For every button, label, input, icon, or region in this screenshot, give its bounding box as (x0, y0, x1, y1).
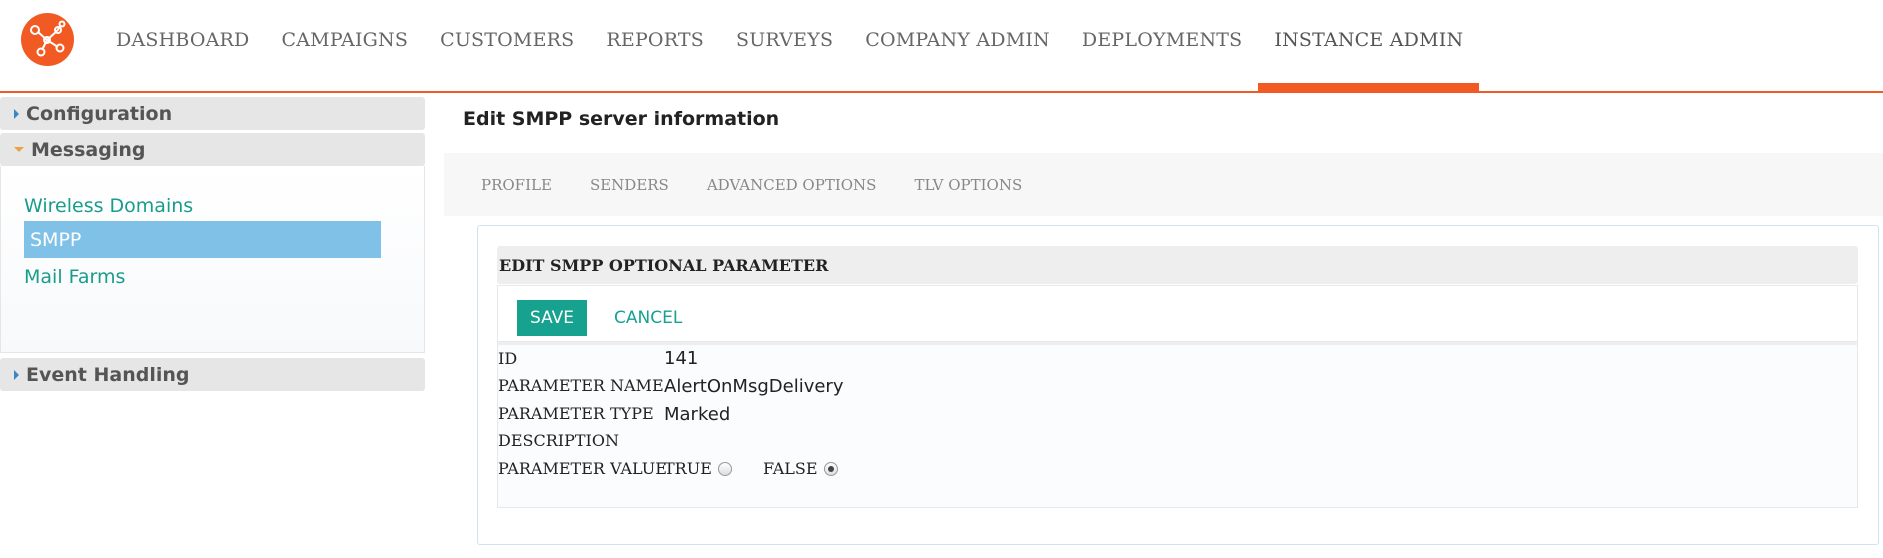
messaging-submenu: Wireless Domains SMPP Mail Farms (0, 166, 425, 353)
caret-right-icon (14, 369, 19, 380)
cancel-button[interactable]: CANCEL (614, 300, 682, 336)
top-navigation-bar: DASHBOARD CAMPAIGNS CUSTOMERS REPORTS SU… (0, 0, 1883, 93)
parameter-type-value: Marked (664, 404, 731, 425)
tab-profile[interactable]: PROFILE (444, 176, 571, 194)
panel-heading: EDIT SMPP OPTIONAL PARAMETER (497, 246, 1858, 284)
sidebar-section-label: Configuration (26, 102, 173, 125)
nav-reports[interactable]: REPORTS (590, 0, 720, 80)
radio-false[interactable] (823, 461, 838, 476)
page-title: Edit SMPP server information (463, 108, 780, 130)
parameter-form: ID 141 PARAMETER NAME AlertOnMsgDelivery… (497, 342, 1858, 508)
sidebar: Configuration Messaging Wireless Domains… (0, 97, 425, 394)
sidebar-item-wireless-domains[interactable]: Wireless Domains (24, 195, 193, 217)
sidebar-section-event-handling[interactable]: Event Handling (0, 358, 425, 391)
parameter-name-value: AlertOnMsgDelivery (664, 376, 844, 397)
nav-company-admin[interactable]: COMPANY ADMIN (849, 0, 1066, 80)
sidebar-item-mail-farms[interactable]: Mail Farms (24, 266, 125, 288)
id-label: ID (498, 349, 518, 368)
nav-surveys[interactable]: SURVEYS (720, 0, 849, 80)
radio-option-false[interactable]: FALSE (763, 459, 838, 478)
tab-bar: PROFILE SENDERS ADVANCED OPTIONS TLV OPT… (444, 153, 1883, 216)
nav-customers[interactable]: CUSTOMERS (424, 0, 590, 80)
edit-parameter-panel: EDIT SMPP OPTIONAL PARAMETER SAVE CANCEL… (477, 225, 1879, 545)
nav-divider (0, 91, 1883, 93)
sidebar-section-label: Messaging (31, 138, 146, 161)
save-button[interactable]: SAVE (517, 300, 587, 336)
radio-label: FALSE (763, 459, 818, 478)
tab-advanced-options[interactable]: ADVANCED OPTIONS (688, 176, 896, 194)
network-logo-icon[interactable] (21, 13, 74, 66)
radio-label: TRUE (664, 459, 712, 478)
description-label: DESCRIPTION (498, 431, 619, 450)
caret-right-icon (14, 108, 19, 119)
nav-instance-admin[interactable]: INSTANCE ADMIN (1258, 0, 1480, 92)
parameter-value-label: PARAMETER VALUE (498, 459, 667, 478)
nav-dashboard[interactable]: DASHBOARD (100, 0, 266, 80)
sidebar-section-messaging[interactable]: Messaging (0, 133, 425, 166)
radio-option-true[interactable]: TRUE (664, 459, 732, 478)
action-bar: SAVE CANCEL (497, 285, 1858, 342)
caret-down-icon (14, 147, 24, 152)
sidebar-section-label: Event Handling (26, 363, 190, 386)
parameter-type-label: PARAMETER TYPE (498, 404, 654, 423)
parameter-name-label: PARAMETER NAME (498, 376, 664, 395)
tab-senders[interactable]: SENDERS (571, 176, 688, 194)
sidebar-section-configuration[interactable]: Configuration (0, 97, 425, 130)
nav-deployments[interactable]: DEPLOYMENTS (1066, 0, 1258, 80)
nav-campaigns[interactable]: CAMPAIGNS (266, 0, 425, 80)
tab-tlv-options[interactable]: TLV OPTIONS (895, 176, 1041, 194)
main-nav: DASHBOARD CAMPAIGNS CUSTOMERS REPORTS SU… (100, 0, 1480, 92)
radio-true[interactable] (717, 461, 732, 476)
id-value: 141 (664, 348, 699, 369)
sidebar-item-smpp[interactable]: SMPP (24, 221, 381, 258)
